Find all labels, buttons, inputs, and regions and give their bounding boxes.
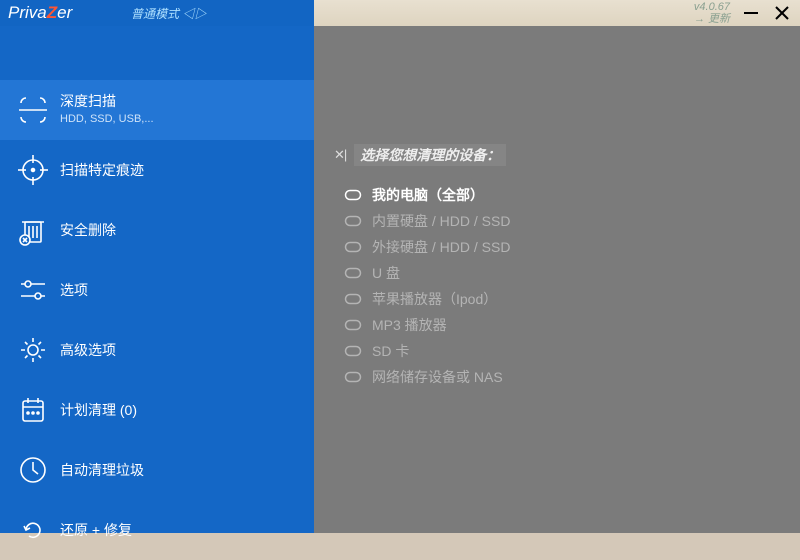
sidebar-item-auto-clean[interactable]: 自动清理垃圾 bbox=[0, 440, 314, 500]
checkbox-icon bbox=[344, 241, 362, 253]
update-link[interactable]: → 更新 bbox=[694, 13, 730, 25]
logo-z: Z bbox=[47, 3, 57, 22]
calendar-icon bbox=[12, 389, 54, 431]
sidebar: 深度扫描 HDD, SSD, USB,... 扫描特定痕迹 安全删除 bbox=[0, 26, 314, 533]
app-window: PrivaZer 普通模式 ◁▷ v4.0.67 → 更新 bbox=[0, 0, 800, 533]
gear-icon bbox=[12, 329, 54, 371]
sidebar-item-scan-traces[interactable]: 扫描特定痕迹 bbox=[0, 140, 314, 200]
checkbox-icon bbox=[344, 267, 362, 279]
device-label: 苹果播放器（Ipod） bbox=[372, 289, 497, 309]
device-item[interactable]: 苹果播放器（Ipod） bbox=[334, 286, 800, 312]
logo-text-post: er bbox=[57, 3, 72, 22]
device-label: MP3 播放器 bbox=[372, 315, 447, 335]
device-item[interactable]: U 盘 bbox=[334, 260, 800, 286]
titlebar: PrivaZer 普通模式 ◁▷ v4.0.67 → 更新 bbox=[0, 0, 800, 26]
device-label: 网络储存设备或 NAS bbox=[372, 367, 503, 387]
restore-icon bbox=[12, 509, 54, 551]
device-item[interactable]: SD 卡 bbox=[334, 338, 800, 364]
device-label: SD 卡 bbox=[372, 341, 409, 361]
scan-icon bbox=[12, 89, 54, 131]
window-controls bbox=[742, 4, 790, 27]
content-title-row: ✕| 选择您想清理的设备： bbox=[334, 144, 800, 166]
device-item[interactable]: 网络储存设备或 NAS bbox=[334, 364, 800, 390]
checkbox-icon bbox=[344, 189, 362, 201]
checkbox-icon bbox=[344, 319, 362, 331]
device-label: 我的电脑（全部） bbox=[372, 185, 484, 205]
device-label: 外接硬盘 / HDD / SSD bbox=[372, 237, 510, 257]
sidebar-item-options[interactable]: 选项 bbox=[0, 260, 314, 320]
sidebar-item-label: 自动清理垃圾 bbox=[60, 461, 144, 479]
trash-icon bbox=[12, 209, 54, 251]
mode-area[interactable]: 普通模式 ◁▷ bbox=[113, 0, 314, 26]
app-logo: PrivaZer bbox=[8, 3, 72, 23]
sidebar-item-schedule[interactable]: 计划清理 (0) bbox=[0, 380, 314, 440]
panel-close-button[interactable]: ✕| bbox=[334, 147, 346, 163]
sidebar-item-label: 还原 + 修复 bbox=[60, 521, 132, 539]
logo-text: Priva bbox=[8, 3, 47, 22]
version-number: v4.0.67 bbox=[694, 1, 730, 13]
sidebar-item-advanced[interactable]: 高级选项 bbox=[0, 320, 314, 380]
device-label: 内置硬盘 / HDD / SSD bbox=[372, 211, 510, 231]
close-button[interactable] bbox=[774, 5, 790, 26]
auto-icon bbox=[12, 449, 54, 491]
checkbox-icon bbox=[344, 345, 362, 357]
device-item[interactable]: 我的电脑（全部） bbox=[334, 182, 800, 208]
checkbox-icon bbox=[344, 293, 362, 305]
target-icon bbox=[12, 149, 54, 191]
device-label: U 盘 bbox=[372, 263, 400, 283]
sliders-icon bbox=[12, 269, 54, 311]
version-block[interactable]: v4.0.67 → 更新 bbox=[694, 1, 730, 25]
sidebar-item-secure-delete[interactable]: 安全删除 bbox=[0, 200, 314, 260]
content-panel: ✕| 选择您想清理的设备： 我的电脑（全部） 内置硬盘 / HDD / SSD 外接… bbox=[314, 26, 800, 533]
sidebar-item-label: 高级选项 bbox=[60, 341, 116, 359]
sidebar-item-label: 选项 bbox=[60, 281, 88, 299]
sidebar-item-label: 深度扫描 HDD, SSD, USB,... bbox=[60, 92, 154, 128]
device-item[interactable]: MP3 播放器 bbox=[334, 312, 800, 338]
checkbox-icon bbox=[344, 215, 362, 227]
minimize-button[interactable] bbox=[742, 4, 760, 27]
app-body: 深度扫描 HDD, SSD, USB,... 扫描特定痕迹 安全删除 bbox=[0, 26, 800, 533]
sidebar-item-deep-scan[interactable]: 深度扫描 HDD, SSD, USB,... bbox=[0, 80, 314, 140]
device-item[interactable]: 内置硬盘 / HDD / SSD bbox=[334, 208, 800, 234]
device-item[interactable]: 外接硬盘 / HDD / SSD bbox=[334, 234, 800, 260]
content-title: 选择您想清理的设备： bbox=[354, 144, 506, 166]
logo-area: PrivaZer bbox=[0, 0, 113, 26]
sidebar-item-label: 计划清理 (0) bbox=[60, 401, 137, 419]
sidebar-item-label: 安全删除 bbox=[60, 221, 116, 239]
sidebar-item-label: 扫描特定痕迹 bbox=[60, 161, 144, 179]
checkbox-icon bbox=[344, 371, 362, 383]
device-list: 我的电脑（全部） 内置硬盘 / HDD / SSD 外接硬盘 / HDD / SSD… bbox=[334, 182, 800, 390]
sidebar-item-restore[interactable]: 还原 + 修复 bbox=[0, 500, 314, 560]
mode-label: 普通模式 ◁▷ bbox=[131, 5, 206, 22]
